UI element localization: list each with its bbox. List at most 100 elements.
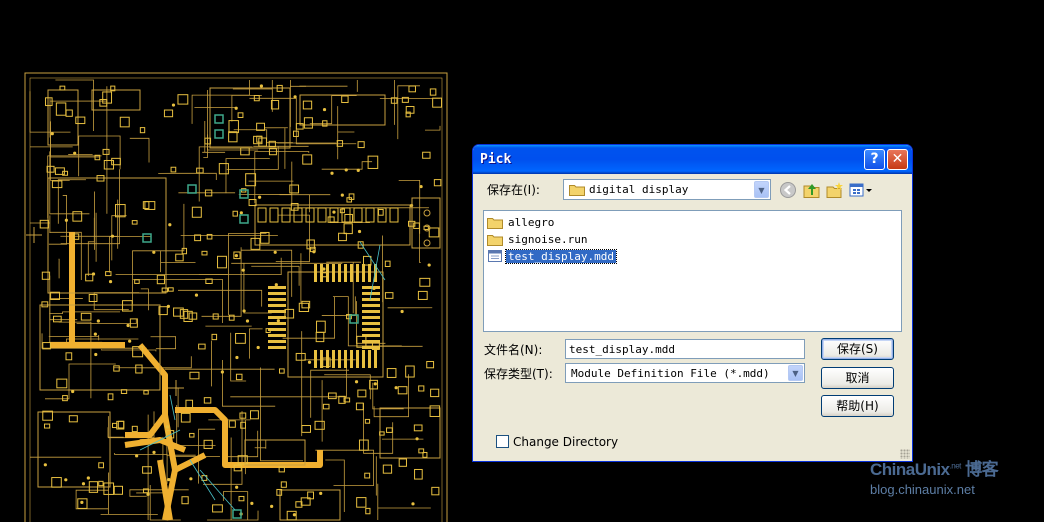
filename-input[interactable]: test_display.mdd [565, 339, 805, 359]
watermark-main-cn: 博客 [965, 460, 999, 479]
list-item-allegro[interactable]: allegro [487, 214, 556, 230]
pick-dialog: Pick ? ✕ 保存在(I): digital display ▼ alleg… [472, 144, 913, 462]
pcb-pad [314, 420, 325, 430]
pcb-via [165, 425, 169, 429]
help-button[interactable]: 帮助(H) [821, 395, 894, 417]
pcb-via [194, 293, 199, 297]
pcb-pin [362, 310, 380, 313]
pcb-trace [373, 374, 409, 418]
save-in-dropdown[interactable]: digital display ▼ [563, 179, 771, 200]
pcb-pad [422, 151, 431, 159]
up-folder-icon[interactable] [803, 181, 821, 199]
pcb-pad [315, 331, 325, 343]
pcb-trace [249, 97, 357, 145]
pcb-via [312, 250, 316, 254]
dialog-titlebar[interactable]: Pick ? ✕ [473, 145, 912, 174]
pcb-pad [429, 405, 441, 417]
pcb-pad [237, 112, 244, 118]
new-folder-icon[interactable] [826, 181, 844, 199]
pcb-pin [350, 264, 353, 282]
pcb-pin [362, 334, 380, 337]
folder-icon [487, 217, 503, 229]
pcb-via [234, 254, 238, 258]
filetype-dropdown[interactable]: Module Definition File (*.mdd) ▼ [565, 363, 805, 383]
pcb-trace [158, 172, 217, 180]
pcb-pin [268, 322, 286, 325]
file-list[interactable]: allegro signoise.run test_display.mdd [483, 210, 902, 332]
pcb-pin [362, 316, 380, 319]
chevron-down-icon[interactable]: ▼ [788, 365, 803, 381]
pcb-pad [355, 402, 364, 411]
pcb-pad [269, 207, 279, 223]
pcb-via [96, 319, 100, 323]
pcb-trace [49, 151, 90, 215]
pcb-pin [350, 350, 353, 368]
pcb-via [189, 477, 193, 481]
watermark-url: blog.chinaunix.net [870, 482, 975, 497]
pcb-pad [257, 207, 267, 223]
pcb-via [411, 502, 415, 506]
pcb-via [81, 482, 86, 486]
pcb-power-trace [50, 232, 75, 348]
list-item-signoise[interactable]: signoise.run [487, 231, 589, 247]
file-icon [488, 250, 502, 262]
pcb-pin [362, 346, 380, 349]
pcb-component-outline [91, 89, 141, 111]
help-title-button[interactable]: ? [864, 149, 885, 170]
pcb-ratsnest [169, 394, 176, 421]
board-outline [24, 72, 448, 522]
close-button[interactable]: ✕ [887, 149, 908, 170]
save-button[interactable]: 保存(S) [821, 338, 894, 360]
pcb-pad [428, 227, 440, 238]
pcb-pad [367, 155, 379, 169]
pcb-trace [45, 363, 116, 400]
pcb-pad [235, 373, 243, 381]
pcb-pad [384, 260, 391, 268]
change-directory-checkbox[interactable] [496, 435, 509, 448]
pcb-pad [382, 464, 393, 474]
pcb-pad [426, 361, 435, 369]
pcb-pin [268, 292, 286, 295]
pcb-pad [302, 100, 313, 110]
pcb-pad [344, 213, 353, 223]
pcb-via [357, 229, 362, 234]
pcb-via [234, 106, 238, 110]
watermark: ChinaUnix.net 博客 blog.chinaunix.net [870, 455, 999, 497]
chevron-down-icon[interactable]: ▼ [754, 181, 769, 198]
pcb-pad [43, 423, 51, 429]
cancel-button[interactable]: 取消 [821, 367, 894, 389]
pcb-via [332, 210, 336, 214]
pcb-trace [58, 258, 60, 279]
pcb-via [344, 168, 348, 172]
pcb-green-part [214, 129, 224, 139]
pcb-pad [142, 201, 150, 210]
pcb-pad [362, 255, 372, 266]
pcb-trace [260, 367, 304, 462]
pcb-pin [362, 322, 380, 325]
pcb-pad [249, 410, 259, 420]
pcb-via [258, 195, 262, 199]
pcb-pad [72, 211, 83, 222]
pcb-pad [211, 333, 218, 341]
pcb-pin [332, 350, 335, 368]
pcb-via [91, 272, 96, 276]
views-menu-icon[interactable] [849, 181, 875, 199]
pcb-via [86, 476, 90, 480]
pcb-pad [198, 343, 206, 350]
pcb-via [152, 250, 156, 254]
pcb-via [166, 304, 170, 308]
pcb-trace [424, 125, 441, 131]
pcb-pin [344, 264, 347, 282]
pcb-component-outline [379, 407, 441, 459]
pcb-trace [337, 106, 355, 160]
pcb-pad [85, 273, 94, 282]
back-icon[interactable] [779, 181, 797, 199]
pcb-power-trace [124, 437, 187, 453]
pcb-via [322, 107, 327, 112]
pcb-trace [275, 214, 310, 263]
file-name: test_display.mdd [505, 248, 617, 264]
pcb-pad [80, 312, 92, 321]
list-item-test-display[interactable]: test_display.mdd [487, 248, 617, 264]
pcb-pad [51, 477, 62, 488]
pcb-trace [309, 95, 357, 125]
